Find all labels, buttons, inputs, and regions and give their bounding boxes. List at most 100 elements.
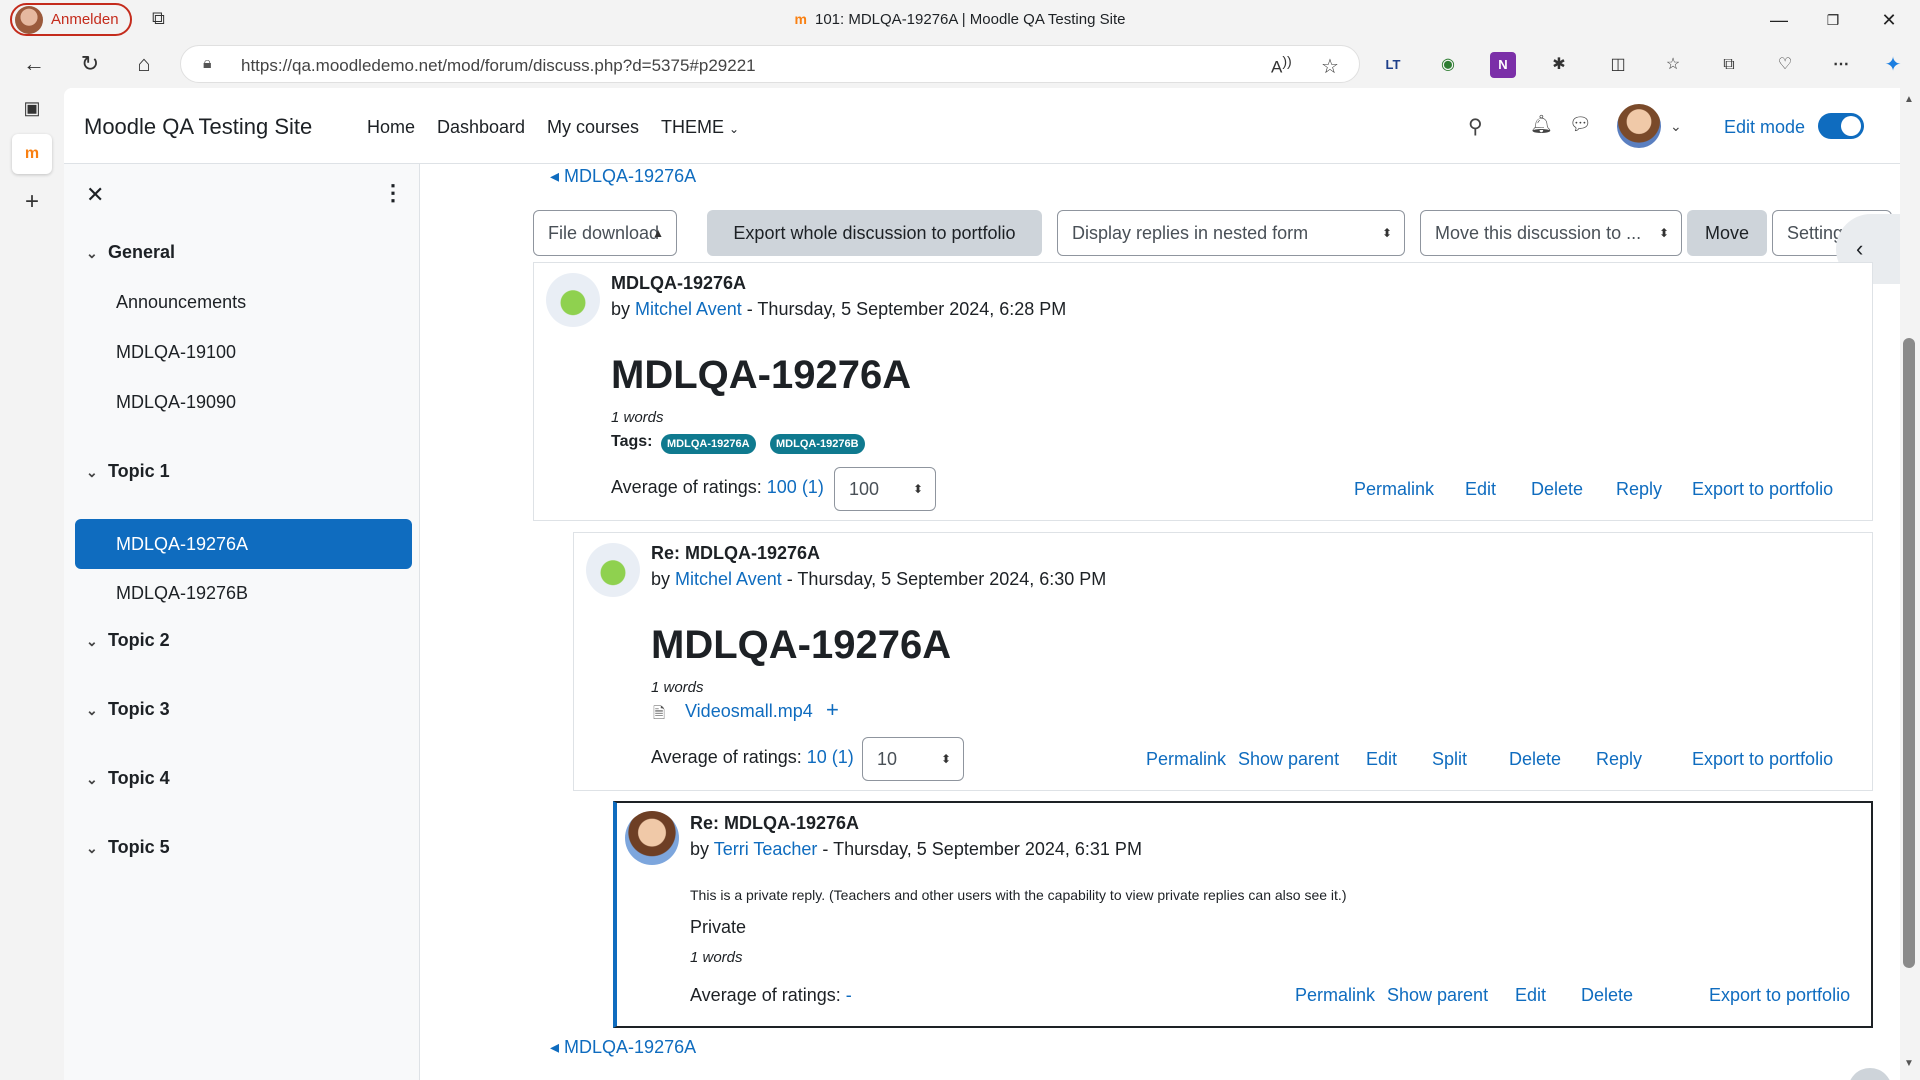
- attachment-link[interactable]: Videosmall.mp4: [685, 701, 813, 722]
- forum-post-reply: Re: MDLQA-19276A by Mitchel Avent - Thur…: [573, 532, 1873, 791]
- favorite-star-icon[interactable]: ☆: [1321, 54, 1339, 79]
- close-window-icon[interactable]: ✕: [1866, 6, 1912, 34]
- back-to-forum-link[interactable]: ◂ MDLQA-19276A: [550, 166, 696, 187]
- read-aloud-icon[interactable]: A)): [1271, 54, 1292, 78]
- course-item-mdlqa-19090[interactable]: MDLQA-19090: [116, 392, 236, 413]
- nav-theme[interactable]: THEME ⌄: [661, 117, 739, 138]
- reply-link[interactable]: Reply: [1596, 749, 1642, 770]
- vertical-tab-strip: ▣ m +: [0, 88, 64, 1080]
- browser-essentials-icon[interactable]: ♡: [1772, 52, 1798, 78]
- export-whole-discussion-button[interactable]: Export whole discussion to portfolio: [707, 210, 1042, 256]
- section-topic-4[interactable]: ⌄ Topic 4: [86, 768, 170, 789]
- author-link[interactable]: Mitchel Avent: [675, 569, 782, 589]
- export-to-portfolio-link[interactable]: Export to portfolio: [1709, 985, 1850, 1006]
- file-download-select[interactable]: File download ▲: [533, 210, 677, 256]
- post-heading: MDLQA-19276A: [651, 623, 952, 667]
- address-bar[interactable]: 🔒︎ https://qa.moodledemo.net/mod/forum/d…: [180, 45, 1360, 83]
- copilot-icon[interactable]: ✦: [1880, 52, 1906, 78]
- close-drawer-icon[interactable]: ✕: [86, 182, 104, 208]
- show-parent-link[interactable]: Show parent: [1387, 985, 1488, 1006]
- minimize-icon[interactable]: —: [1756, 6, 1802, 34]
- course-item-mdlqa-19276a-active[interactable]: MDLQA-19276A: [75, 519, 412, 569]
- help-button[interactable]: ?: [1848, 1068, 1892, 1080]
- edit-mode-label: Edit mode: [1724, 117, 1806, 137]
- scroll-up-arrow-icon[interactable]: ▲: [1904, 94, 1914, 105]
- nav-my-courses[interactable]: My courses: [547, 117, 639, 138]
- author-link[interactable]: Mitchel Avent: [635, 299, 742, 319]
- ratings-value-link[interactable]: 10 (1): [807, 747, 854, 767]
- scrollbar-thumb[interactable]: [1903, 338, 1915, 968]
- section-topic-5[interactable]: ⌄ Topic 5: [86, 837, 170, 858]
- author-avatar[interactable]: [625, 811, 679, 865]
- collections-icon[interactable]: ⧉: [1716, 52, 1742, 78]
- add-plus-icon[interactable]: +: [826, 697, 839, 723]
- post-subject: Re: MDLQA-19276A: [690, 813, 860, 833]
- section-topic-2[interactable]: ⌄ Topic 2: [86, 630, 170, 651]
- tab-moodle[interactable]: m: [12, 134, 52, 174]
- user-menu-chevron-icon[interactable]: ⌄: [1670, 118, 1682, 135]
- tab-actions-icon[interactable]: ▣: [12, 88, 52, 128]
- search-icon[interactable]: ⚲: [1468, 114, 1483, 139]
- author-link[interactable]: Terri Teacher: [714, 839, 818, 859]
- word-count: 1 words: [690, 949, 743, 966]
- ratings-value-link[interactable]: -: [846, 985, 852, 1005]
- tag-badge[interactable]: MDLQA-19276A: [661, 434, 756, 454]
- reply-link[interactable]: Reply: [1616, 479, 1662, 500]
- onenote-extension-icon[interactable]: N: [1490, 52, 1516, 78]
- permalink-link[interactable]: Permalink: [1295, 985, 1375, 1006]
- move-discussion-select[interactable]: Move this discussion to ... ⬍: [1420, 210, 1682, 256]
- delete-link[interactable]: Delete: [1581, 985, 1633, 1006]
- course-item-mdlqa-19100[interactable]: MDLQA-19100: [116, 342, 236, 363]
- nav-dashboard[interactable]: Dashboard: [437, 117, 525, 138]
- nav-home[interactable]: Home: [367, 117, 415, 138]
- show-parent-link[interactable]: Show parent: [1238, 749, 1339, 770]
- edit-mode-toggle[interactable]: [1818, 113, 1864, 139]
- section-topic-3[interactable]: ⌄ Topic 3: [86, 699, 170, 720]
- edit-link[interactable]: Edit: [1515, 985, 1546, 1006]
- home-icon[interactable]: ⌂: [128, 48, 160, 80]
- site-name[interactable]: Moodle QA Testing Site: [84, 114, 312, 140]
- display-mode-select[interactable]: Display replies in nested form ⬍: [1057, 210, 1405, 256]
- split-screen-icon[interactable]: ◫: [1605, 52, 1631, 78]
- messages-icon[interactable]: 💬︎: [1569, 114, 1592, 135]
- ratings-label: Average of ratings: 10 (1): [651, 747, 854, 767]
- extensions-puzzle-icon[interactable]: ✱: [1546, 52, 1572, 78]
- shield-extension-icon[interactable]: ◉: [1435, 52, 1461, 78]
- author-avatar[interactable]: [586, 543, 640, 597]
- restore-icon[interactable]: ❐: [1810, 6, 1856, 34]
- post-subject: MDLQA-19276A: [611, 273, 747, 293]
- export-to-portfolio-link[interactable]: Export to portfolio: [1692, 749, 1833, 770]
- chevron-down-icon: ⌄: [86, 245, 98, 261]
- rating-select[interactable]: 10 ⬍: [862, 737, 964, 781]
- favorites-icon[interactable]: ☆: [1660, 52, 1686, 78]
- section-topic-1[interactable]: ⌄ Topic 1: [86, 461, 170, 482]
- permalink-link[interactable]: Permalink: [1354, 479, 1434, 500]
- scroll-down-arrow-icon[interactable]: ▼: [1904, 1058, 1914, 1069]
- delete-link[interactable]: Delete: [1509, 749, 1561, 770]
- drawer-more-icon[interactable]: ⋮: [382, 180, 404, 206]
- split-link[interactable]: Split: [1432, 749, 1467, 770]
- notifications-bell-icon[interactable]: 🔔︎: [1530, 114, 1553, 135]
- chevron-down-icon: ⌄: [86, 633, 98, 649]
- back-arrow-icon[interactable]: ←: [18, 48, 50, 80]
- export-to-portfolio-link[interactable]: Export to portfolio: [1692, 479, 1833, 500]
- refresh-icon[interactable]: ↻: [74, 48, 106, 80]
- edit-link[interactable]: Edit: [1465, 479, 1496, 500]
- ratings-value-link[interactable]: 100 (1): [767, 477, 824, 497]
- tag-badge[interactable]: MDLQA-19276B: [770, 434, 865, 454]
- section-general[interactable]: ⌄ General: [86, 242, 175, 263]
- permalink-link[interactable]: Permalink: [1146, 749, 1226, 770]
- new-tab-plus-icon[interactable]: +: [12, 182, 52, 222]
- rating-select[interactable]: 100 ⬍: [834, 467, 936, 511]
- move-button[interactable]: Move: [1687, 210, 1767, 256]
- post-byline: by Mitchel Avent - Thursday, 5 September…: [611, 299, 1067, 319]
- more-menu-icon[interactable]: ⋯: [1828, 52, 1854, 78]
- back-to-forum-link-bottom[interactable]: ◂ MDLQA-19276A: [550, 1037, 696, 1058]
- delete-link[interactable]: Delete: [1531, 479, 1583, 500]
- user-avatar[interactable]: [1617, 104, 1661, 148]
- author-avatar[interactable]: [546, 273, 600, 327]
- course-item-mdlqa-19276b[interactable]: MDLQA-19276B: [116, 583, 248, 604]
- course-item-announcements[interactable]: Announcements: [116, 292, 246, 313]
- edit-link[interactable]: Edit: [1366, 749, 1397, 770]
- languagetool-extension-icon[interactable]: LT: [1380, 52, 1406, 78]
